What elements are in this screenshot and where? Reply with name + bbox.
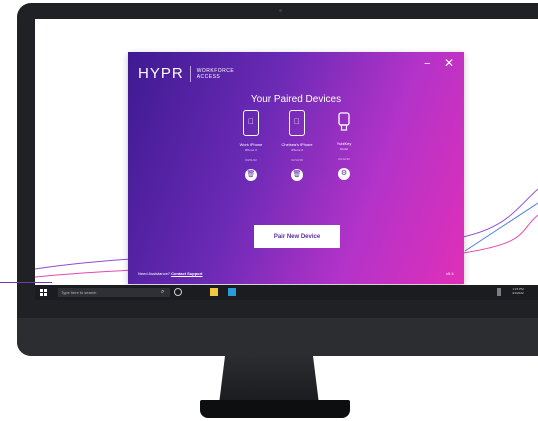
- taskbar-search-box[interactable]: Type here to search ⌕: [58, 288, 170, 297]
- close-button[interactable]: ✕: [444, 56, 454, 70]
- settings-icon[interactable]: ⚙: [338, 168, 350, 180]
- search-placeholder: Type here to search: [61, 290, 97, 295]
- minimize-button[interactable]: −: [424, 58, 430, 70]
- device-model: Model: [339, 147, 349, 151]
- device-name: Work iPhone: [239, 142, 263, 147]
- logo-divider: [189, 65, 191, 82]
- device-name: Chelsea's iPhone: [281, 142, 313, 147]
- device-model: iPhone 8: [291, 148, 303, 152]
- security-key-icon: [338, 112, 350, 131]
- iphone-icon: : [243, 110, 259, 136]
- device-card: YubiKey Model 04/12/18 ⚙: [319, 110, 369, 180]
- logo-mark: HYPR: [138, 65, 184, 82]
- system-clock[interactable]: 1:15 PM 4/1/2022: [512, 287, 524, 295]
- support-prompt: Need Assistance?: [138, 271, 171, 276]
- trash-icon[interactable]: 🗑: [291, 169, 303, 181]
- support-footer: Need Assistance? Contact Support: [138, 271, 203, 276]
- monitor-stand-base: [200, 400, 350, 418]
- pair-new-device-button[interactable]: Pair New Device: [254, 225, 340, 248]
- device-date: 04/12/18: [338, 157, 350, 161]
- desktop-screen: HYPR WORKFORCE ACCESS − ✕ Your Paired De…: [35, 19, 538, 300]
- device-model: iPhone X: [244, 148, 258, 152]
- version-label: v5.4: [446, 271, 454, 276]
- windows-start-icon[interactable]: [40, 289, 47, 296]
- device-date: 04/01/22: [245, 158, 257, 162]
- taskbar: Type here to search ⌕ 1:15 PM 4/1/2022: [35, 285, 538, 300]
- device-card:  Work iPhone iPhone X 04/01/22 🗑: [226, 110, 276, 181]
- device-card:  Chelsea's iPhone iPhone 8 02/12/18 🗑: [272, 110, 322, 181]
- clock-date: 4/1/2022: [512, 291, 524, 295]
- store-app-icon[interactable]: [228, 288, 236, 296]
- monitor-chin: [17, 318, 538, 356]
- device-date: 02/12/18: [291, 158, 303, 162]
- monitor-frame: HYPR WORKFORCE ACCESS − ✕ Your Paired De…: [17, 3, 538, 356]
- webcam: [279, 9, 282, 12]
- trash-icon[interactable]: 🗑: [245, 169, 257, 181]
- page-title: Your Paired Devices: [250, 94, 342, 105]
- device-name: YubiKey: [336, 141, 352, 146]
- contact-support-link[interactable]: Contact Support: [171, 271, 202, 276]
- cortana-icon[interactable]: [174, 288, 182, 296]
- hypr-app-window: HYPR WORKFORCE ACCESS − ✕ Your Paired De…: [128, 52, 464, 284]
- logo-text: WORKFORCE ACCESS: [197, 68, 235, 80]
- file-explorer-icon[interactable]: [210, 288, 218, 296]
- logo-text-line2: ACCESS: [196, 73, 221, 80]
- iphone-icon: : [289, 110, 305, 136]
- callout-line: [0, 282, 52, 283]
- monitor-stand-neck: [219, 356, 319, 404]
- tray-icon[interactable]: [497, 288, 501, 296]
- microphone-search-icon[interactable]: ⌕: [161, 289, 164, 296]
- hypr-logo: HYPR WORKFORCE ACCESS: [138, 65, 234, 82]
